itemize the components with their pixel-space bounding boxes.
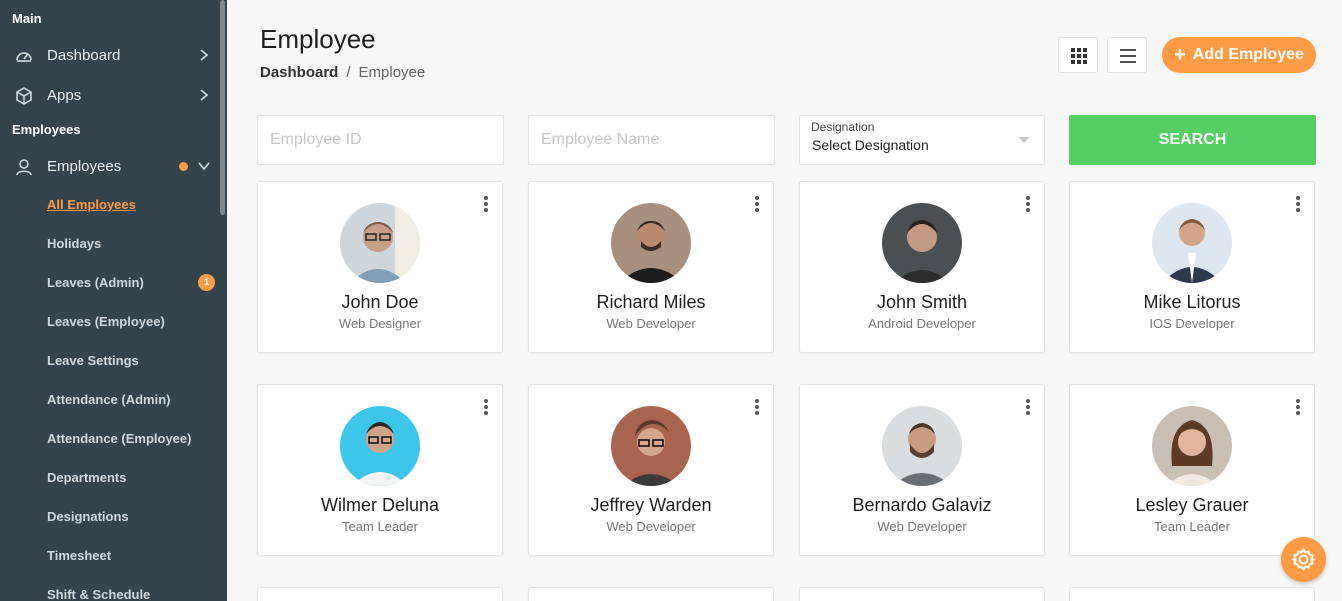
employee-name[interactable]: Richard Miles (529, 292, 773, 313)
employee-card[interactable]: John Smith Android Developer (799, 181, 1045, 353)
employee-role: Team Leader (1154, 519, 1230, 534)
sidebar: Main Dashboard Apps Employees Employees … (0, 0, 227, 601)
plus-icon: + (1174, 44, 1186, 66)
caret-down-icon (1018, 137, 1030, 143)
employee-name[interactable]: Wilmer Deluna (258, 495, 502, 516)
sidebar-subitem-shift-schedule[interactable]: Shift & Schedule (47, 587, 150, 601)
employee-name[interactable]: John Smith (800, 292, 1044, 313)
employee-card[interactable]: Wilmer Deluna Team Leader (257, 384, 503, 556)
more-vertical-icon[interactable] (483, 196, 489, 214)
employee-role: Web Developer (606, 316, 696, 331)
employee-card[interactable] (1069, 587, 1315, 601)
employee-role: Web Developer (877, 519, 967, 534)
avatar[interactable] (882, 203, 962, 283)
more-vertical-icon[interactable] (1025, 399, 1031, 417)
chevron-right-icon (200, 89, 209, 101)
breadcrumb: Dashboard / Employee (260, 64, 425, 81)
employee-name[interactable]: Mike Litorus (1070, 292, 1314, 313)
grid-view-button[interactable] (1058, 37, 1098, 73)
sidebar-item-dashboard[interactable]: Dashboard (0, 40, 224, 70)
breadcrumb-current: Employee (358, 64, 426, 81)
employee-card[interactable] (799, 587, 1045, 601)
sidebar-subitem-all-employees[interactable]: All Employees (47, 197, 136, 212)
employee-role: Web Developer (606, 519, 696, 534)
sidebar-subitem-attendance-admin[interactable]: Attendance (Admin) (47, 392, 171, 407)
avatar[interactable] (340, 203, 420, 283)
avatar[interactable] (611, 203, 691, 283)
employee-card[interactable]: Lesley Grauer Team Leader (1069, 384, 1315, 556)
user-icon (16, 159, 32, 176)
more-vertical-icon[interactable] (754, 399, 760, 417)
sidebar-section-employees: Employees (12, 122, 81, 137)
page-title: Employee (260, 24, 376, 54)
employee-card[interactable]: Bernardo Galaviz Web Developer (799, 384, 1045, 556)
breadcrumb-separator: / (346, 64, 351, 81)
more-vertical-icon[interactable] (483, 399, 489, 417)
employee-role: Team Leader (342, 519, 418, 534)
list-icon (1120, 49, 1136, 63)
sidebar-subitem-attendance-employee[interactable]: Attendance (Employee) (47, 431, 191, 446)
add-employee-label: Add Employee (1192, 46, 1304, 63)
designation-label: Designation (811, 120, 875, 134)
sidebar-section-main: Main (12, 11, 42, 26)
employee-card[interactable] (528, 587, 774, 601)
sidebar-item-apps[interactable]: Apps (0, 80, 224, 110)
sidebar-item-label: Dashboard (47, 46, 121, 64)
sidebar-subitem-leave-settings[interactable]: Leave Settings (47, 353, 139, 368)
sidebar-item-employees[interactable]: Employees (0, 151, 224, 181)
chevron-right-icon (200, 49, 209, 61)
employee-name[interactable]: John Doe (258, 292, 502, 313)
employee-role: IOS Developer (1149, 316, 1235, 331)
sidebar-item-label: Employees (47, 157, 122, 175)
sidebar-subitem-timesheet[interactable]: Timesheet (47, 548, 111, 563)
sidebar-subitem-designations[interactable]: Designations (47, 509, 129, 524)
employee-card[interactable]: Richard Miles Web Developer (528, 181, 774, 353)
designation-value: Select Designation (812, 137, 929, 153)
chevron-down-icon (198, 162, 210, 171)
employee-card[interactable]: Mike Litorus IOS Developer (1069, 181, 1315, 353)
notification-dot (179, 162, 188, 171)
add-employee-button[interactable]: + Add Employee (1162, 37, 1316, 73)
employee-role: Web Designer (338, 316, 422, 331)
dashboard-icon (16, 52, 32, 62)
avatar[interactable] (340, 406, 420, 486)
cube-icon (16, 87, 32, 105)
employee-card[interactable]: John Doe Web Designer (257, 181, 503, 353)
employee-role: Android Developer (868, 316, 976, 331)
gear-icon (1291, 547, 1316, 572)
employee-name[interactable]: Bernardo Galaviz (800, 495, 1044, 516)
employee-name[interactable]: Lesley Grauer (1070, 495, 1314, 516)
avatar[interactable] (1152, 203, 1232, 283)
avatar[interactable] (882, 406, 962, 486)
employee-card[interactable]: Jeffrey Warden Web Developer (528, 384, 774, 556)
avatar[interactable] (611, 406, 691, 486)
employee-name-input[interactable] (528, 115, 775, 165)
grid-icon (1071, 48, 1087, 64)
sidebar-subitem-leaves-admin[interactable]: Leaves (Admin) (47, 275, 144, 290)
list-view-button[interactable] (1107, 37, 1147, 73)
sidebar-subitem-leaves-employee[interactable]: Leaves (Employee) (47, 314, 165, 329)
more-vertical-icon[interactable] (1295, 196, 1301, 214)
designation-select[interactable]: Designation Select Designation (799, 115, 1045, 165)
employee-card[interactable] (257, 587, 503, 601)
employee-name[interactable]: Jeffrey Warden (529, 495, 773, 516)
leaves-badge: 1 (198, 274, 215, 291)
settings-fab-button[interactable] (1281, 537, 1326, 582)
avatar[interactable] (1152, 406, 1232, 486)
search-button[interactable]: SEARCH (1069, 115, 1316, 165)
more-vertical-icon[interactable] (754, 196, 760, 214)
employee-id-input[interactable] (257, 115, 504, 165)
more-vertical-icon[interactable] (1295, 399, 1301, 417)
sidebar-item-label: Apps (47, 86, 82, 104)
breadcrumb-dashboard-link[interactable]: Dashboard (260, 64, 338, 81)
more-vertical-icon[interactable] (1025, 196, 1031, 214)
sidebar-subitem-departments[interactable]: Departments (47, 470, 126, 485)
sidebar-subitem-holidays[interactable]: Holidays (47, 236, 101, 251)
